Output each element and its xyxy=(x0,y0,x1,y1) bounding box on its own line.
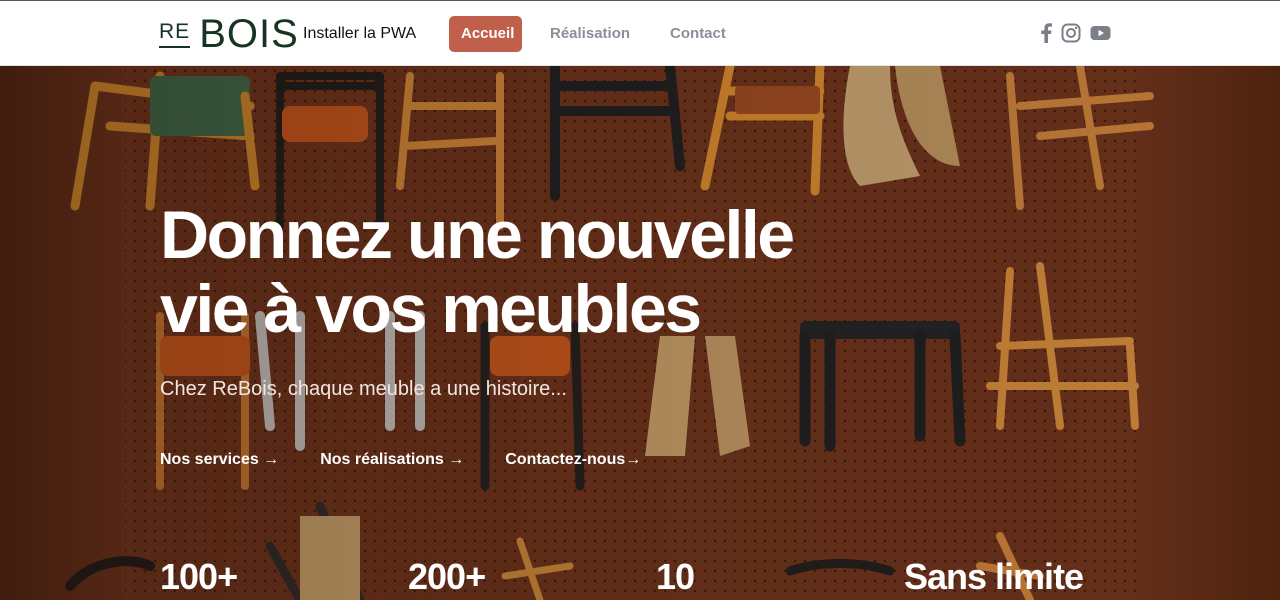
hero-title: Donnez une nouvelle vie à vos meubles xyxy=(160,198,860,346)
link-nos-realisations[interactable]: Nos réalisations → xyxy=(320,451,464,469)
install-pwa-link[interactable]: Installer la PWA xyxy=(303,23,416,45)
stat-value: 10 xyxy=(656,556,695,597)
stat-value: 100+ xyxy=(160,556,238,597)
logo-re: RE xyxy=(159,19,191,48)
link-contactez-nous[interactable]: Contactez-nous→ xyxy=(505,451,641,469)
logo-bois: BOIS xyxy=(199,12,299,56)
youtube-icon[interactable] xyxy=(1090,25,1111,41)
rebois-logo[interactable]: RE BOIS xyxy=(159,12,299,56)
instagram-icon[interactable] xyxy=(1061,23,1081,43)
stat-value: 200+ xyxy=(408,556,486,597)
link-nos-services[interactable]: Nos services → xyxy=(160,451,279,469)
nav-accueil[interactable]: Accueil xyxy=(449,16,522,52)
hero-subtitle: Chez ReBois, chaque meuble a une histoir… xyxy=(160,378,567,400)
facebook-icon[interactable] xyxy=(1040,23,1052,43)
hero-title-line1: Donnez une nouvelle xyxy=(160,197,795,273)
site-header: RE BOIS Installer la PWA Accueil Réalisa… xyxy=(0,0,1280,66)
stats-row: 100+ 200+ 10 Sans limite xyxy=(160,556,1120,600)
stat-value: Sans limite xyxy=(904,556,1084,597)
hero-links: Nos services → Nos réalisations → Contac… xyxy=(160,451,682,469)
social-links xyxy=(1040,23,1120,43)
nav-contact[interactable]: Contact xyxy=(670,16,726,52)
main-nav: Accueil Réalisation Contact xyxy=(449,16,726,52)
hero-section: Donnez une nouvelle vie à vos meubles Ch… xyxy=(0,66,1280,600)
hero-title-line2: vie à vos meubles xyxy=(160,271,702,347)
nav-realisation[interactable]: Réalisation xyxy=(550,16,630,52)
